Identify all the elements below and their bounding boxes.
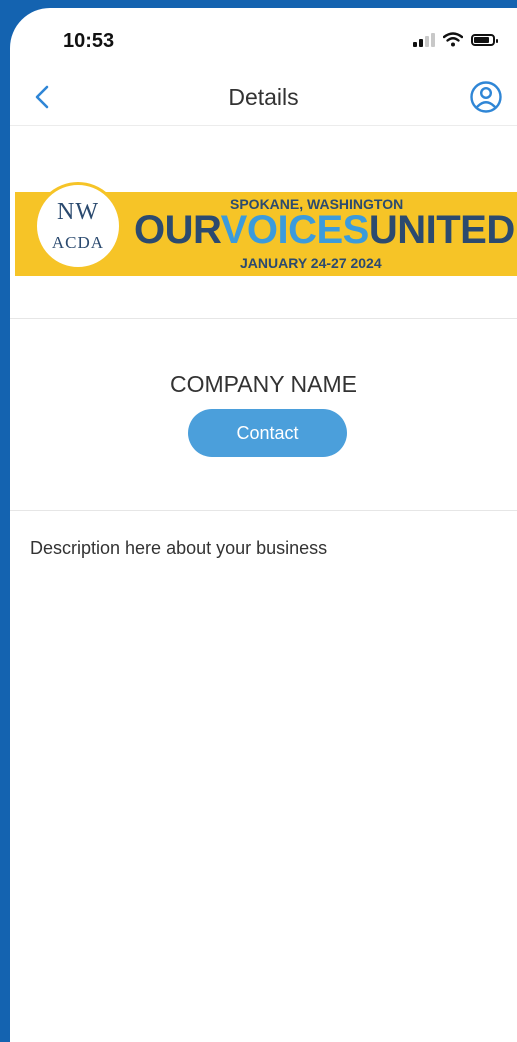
app-screen: 10:53 Details NW ACDA SPOKANE, WASHINGTO… [10, 8, 517, 1042]
banner-title-voices: VOICES [220, 208, 370, 252]
company-name: COMPANY NAME [169, 371, 357, 397]
company-description: Description here about your business [30, 538, 328, 558]
banner-title: OURVOICESUNITED [134, 208, 515, 253]
profile-button[interactable] [469, 80, 503, 114]
company-section: COMPANY NAME Contact [10, 319, 517, 511]
status-time: 10:53 [63, 30, 115, 52]
event-banner-section: NW ACDA SPOKANE, WASHINGTON OURVOICESUNI… [10, 126, 517, 319]
nav-bar: Details [10, 70, 517, 126]
nwacda-logo: NW ACDA [34, 182, 122, 270]
banner-title-united: UNITED [368, 208, 515, 252]
logo-text-bottom: ACDA [51, 233, 105, 252]
wifi-icon [443, 32, 463, 47]
status-bar: 10:53 [10, 8, 517, 68]
page-title: Details [228, 84, 299, 110]
banner-dates: JANUARY 24-27 2024 [240, 255, 382, 271]
cellular-signal-icon [413, 32, 435, 47]
logo-text-top: NW [57, 199, 99, 225]
status-icons [413, 32, 498, 47]
user-circle-icon [470, 81, 502, 113]
banner-title-our: OUR [134, 208, 221, 252]
battery-icon [471, 33, 498, 46]
contact-button[interactable]: Contact [188, 409, 347, 457]
